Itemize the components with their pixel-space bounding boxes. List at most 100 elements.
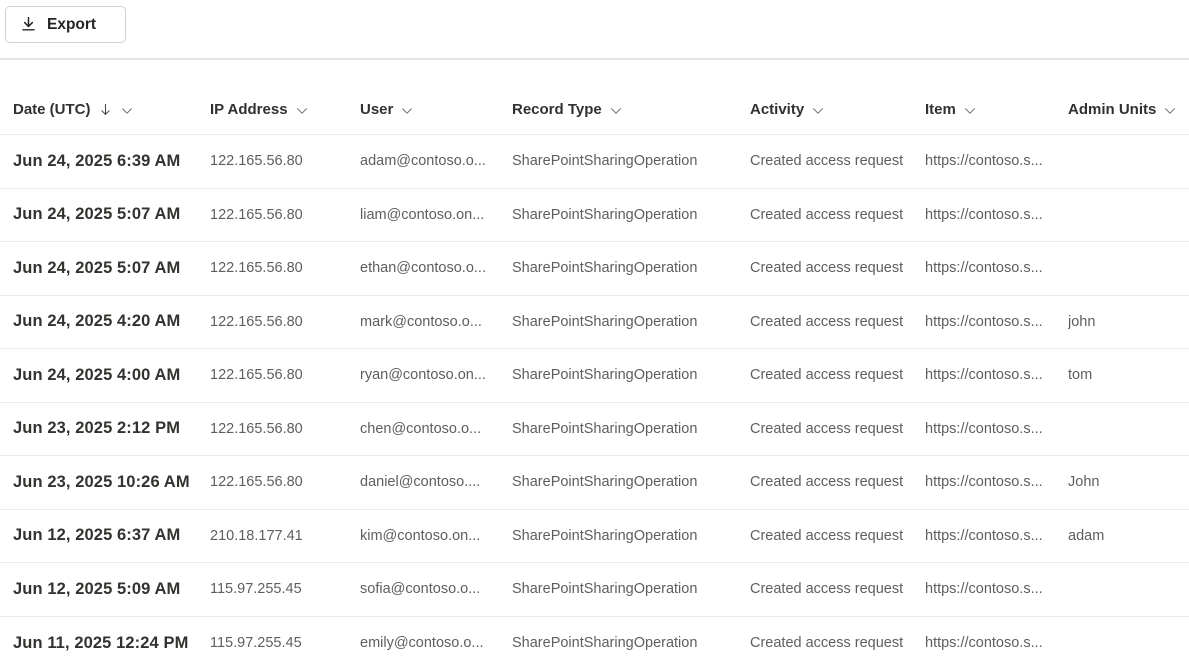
column-header-item[interactable]: Item xyxy=(925,101,1068,134)
cell-user: liam@contoso.on... xyxy=(360,207,512,223)
column-header-admin_units[interactable]: Admin Units xyxy=(1068,101,1189,134)
cell-record-type: SharePointSharingOperation xyxy=(512,581,750,597)
cell-activity: Created access request xyxy=(750,207,925,223)
chevron-down-icon xyxy=(400,104,414,118)
column-header-date[interactable]: Date (UTC) xyxy=(13,101,210,134)
cell-record-type: SharePointSharingOperation xyxy=(512,528,750,544)
cell-user: chen@contoso.o... xyxy=(360,421,512,437)
column-header-label: Admin Units xyxy=(1068,101,1156,118)
cell-item: https://contoso.s... xyxy=(925,421,1068,437)
column-header-record_type[interactable]: Record Type xyxy=(512,101,750,134)
table-row[interactable]: Jun 24, 2025 5:07 AM 122.165.56.80 ethan… xyxy=(0,242,1189,296)
column-header-ip[interactable]: IP Address xyxy=(210,101,360,134)
cell-item: https://contoso.s... xyxy=(925,260,1068,276)
column-header-label: Date (UTC) xyxy=(13,101,91,118)
cell-activity: Created access request xyxy=(750,260,925,276)
cell-activity: Created access request xyxy=(750,528,925,544)
table-row[interactable]: Jun 24, 2025 4:00 AM 122.165.56.80 ryan@… xyxy=(0,349,1189,403)
audit-log-page: Export Date (UTC) IP Address User xyxy=(0,0,1189,660)
cell-ip-address: 122.165.56.80 xyxy=(210,474,360,490)
cell-activity: Created access request xyxy=(750,153,925,169)
table-body: Jun 24, 2025 6:39 AM 122.165.56.80 adam@… xyxy=(0,135,1189,660)
export-button[interactable]: Export xyxy=(5,6,126,43)
cell-date: Jun 24, 2025 4:00 AM xyxy=(13,366,210,385)
chevron-down-icon xyxy=(609,104,623,118)
table-row[interactable]: Jun 11, 2025 12:24 PM 115.97.255.45 emil… xyxy=(0,617,1189,660)
cell-ip-address: 122.165.56.80 xyxy=(210,260,360,276)
cell-item: https://contoso.s... xyxy=(925,207,1068,223)
column-header-user[interactable]: User xyxy=(360,101,512,134)
cell-user: ethan@contoso.o... xyxy=(360,260,512,276)
cell-ip-address: 115.97.255.45 xyxy=(210,635,360,651)
column-header-label: Item xyxy=(925,101,956,118)
cell-date: Jun 24, 2025 6:39 AM xyxy=(13,152,210,171)
cell-user: kim@contoso.on... xyxy=(360,528,512,544)
cell-user: daniel@contoso.... xyxy=(360,474,512,490)
cell-item: https://contoso.s... xyxy=(925,314,1068,330)
cell-item: https://contoso.s... xyxy=(925,528,1068,544)
cell-record-type: SharePointSharingOperation xyxy=(512,421,750,437)
cell-record-type: SharePointSharingOperation xyxy=(512,367,750,383)
cell-ip-address: 122.165.56.80 xyxy=(210,421,360,437)
cell-activity: Created access request xyxy=(750,474,925,490)
cell-ip-address: 115.97.255.45 xyxy=(210,581,360,597)
chevron-down-icon xyxy=(811,104,825,118)
column-header-label: Activity xyxy=(750,101,804,118)
cell-record-type: SharePointSharingOperation xyxy=(512,207,750,223)
cell-ip-address: 210.18.177.41 xyxy=(210,528,360,544)
cell-admin-units: tom xyxy=(1068,367,1189,383)
table-row[interactable]: Jun 23, 2025 10:26 AM 122.165.56.80 dani… xyxy=(0,456,1189,510)
cell-date: Jun 24, 2025 4:20 AM xyxy=(13,312,210,331)
table-row[interactable]: Jun 12, 2025 5:09 AM 115.97.255.45 sofia… xyxy=(0,563,1189,617)
cell-user: adam@contoso.o... xyxy=(360,153,512,169)
cell-date: Jun 24, 2025 5:07 AM xyxy=(13,205,210,224)
cell-date: Jun 12, 2025 5:09 AM xyxy=(13,580,210,599)
cell-record-type: SharePointSharingOperation xyxy=(512,153,750,169)
cell-date: Jun 24, 2025 5:07 AM xyxy=(13,259,210,278)
cell-user: sofia@contoso.o... xyxy=(360,581,512,597)
cell-date: Jun 23, 2025 2:12 PM xyxy=(13,419,210,438)
cell-item: https://contoso.s... xyxy=(925,474,1068,490)
cell-activity: Created access request xyxy=(750,367,925,383)
cell-date: Jun 12, 2025 6:37 AM xyxy=(13,526,210,545)
cell-date: Jun 11, 2025 12:24 PM xyxy=(13,634,210,653)
sort-descending-icon xyxy=(98,102,113,117)
cell-date: Jun 23, 2025 10:26 AM xyxy=(13,473,210,492)
cell-record-type: SharePointSharingOperation xyxy=(512,474,750,490)
cell-admin-units: john xyxy=(1068,314,1189,330)
column-header-label: IP Address xyxy=(210,101,288,118)
cell-item: https://contoso.s... xyxy=(925,367,1068,383)
cell-user: emily@contoso.o... xyxy=(360,635,512,651)
table-row[interactable]: Jun 23, 2025 2:12 PM 122.165.56.80 chen@… xyxy=(0,403,1189,457)
export-button-label: Export xyxy=(47,16,96,34)
table-row[interactable]: Jun 24, 2025 4:20 AM 122.165.56.80 mark@… xyxy=(0,296,1189,350)
cell-ip-address: 122.165.56.80 xyxy=(210,314,360,330)
cell-ip-address: 122.165.56.80 xyxy=(210,153,360,169)
table-header-row: Date (UTC) IP Address User xyxy=(0,60,1189,135)
cell-record-type: SharePointSharingOperation xyxy=(512,260,750,276)
cell-user: mark@contoso.o... xyxy=(360,314,512,330)
cell-activity: Created access request xyxy=(750,581,925,597)
cell-activity: Created access request xyxy=(750,421,925,437)
chevron-down-icon xyxy=(120,104,134,118)
cell-user: ryan@contoso.on... xyxy=(360,367,512,383)
cell-admin-units: John xyxy=(1068,474,1189,490)
chevron-down-icon xyxy=(1163,104,1177,118)
cell-item: https://contoso.s... xyxy=(925,635,1068,651)
column-header-activity[interactable]: Activity xyxy=(750,101,925,134)
cell-ip-address: 122.165.56.80 xyxy=(210,367,360,383)
table-row[interactable]: Jun 24, 2025 6:39 AM 122.165.56.80 adam@… xyxy=(0,135,1189,189)
table-row[interactable]: Jun 24, 2025 5:07 AM 122.165.56.80 liam@… xyxy=(0,189,1189,243)
cell-activity: Created access request xyxy=(750,635,925,651)
cell-admin-units: adam xyxy=(1068,528,1189,544)
cell-record-type: SharePointSharingOperation xyxy=(512,314,750,330)
chevron-down-icon xyxy=(295,104,309,118)
audit-log-table: Date (UTC) IP Address User xyxy=(0,60,1189,660)
download-icon xyxy=(20,16,37,33)
table-row[interactable]: Jun 12, 2025 6:37 AM 210.18.177.41 kim@c… xyxy=(0,510,1189,564)
cell-item: https://contoso.s... xyxy=(925,581,1068,597)
cell-ip-address: 122.165.56.80 xyxy=(210,207,360,223)
column-header-label: Record Type xyxy=(512,101,602,118)
column-header-label: User xyxy=(360,101,393,118)
chevron-down-icon xyxy=(963,104,977,118)
